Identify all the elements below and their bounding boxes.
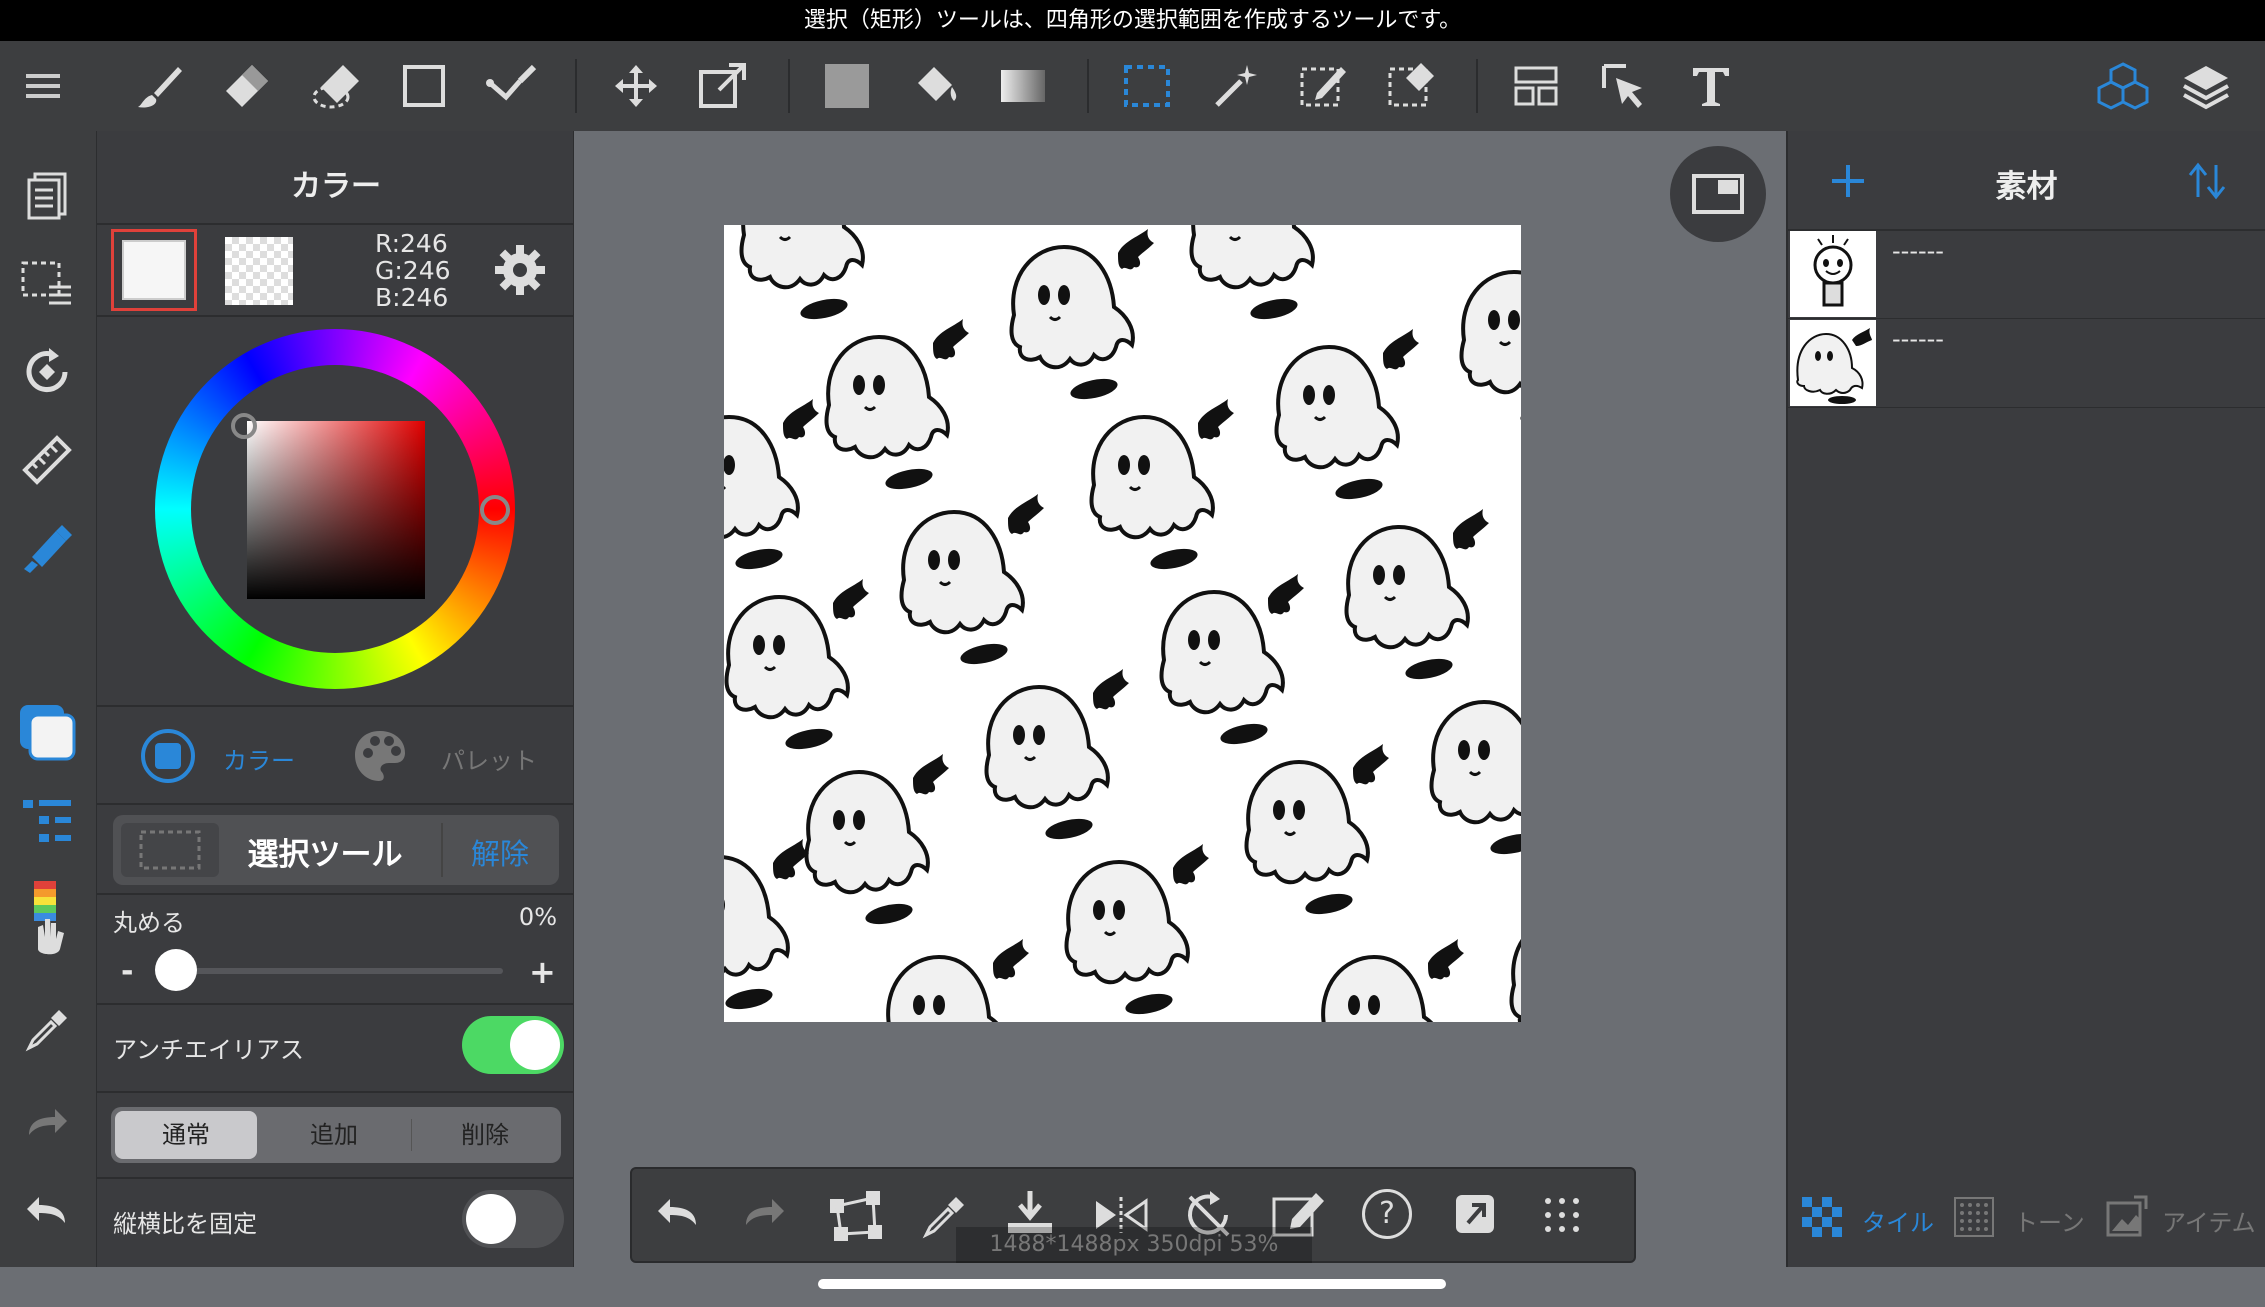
bottom-bar: [0, 1267, 2265, 1307]
blur-eraser-icon[interactable]: [308, 57, 366, 115]
pen-check-icon[interactable]: [483, 57, 541, 115]
material-name: ------: [1892, 325, 1944, 353]
material-item[interactable]: ------: [1788, 319, 2265, 407]
redo-icon: [16, 1091, 78, 1153]
secondary-color-swatch[interactable]: [225, 237, 293, 305]
mode-segmented: 通常 追加 削除: [111, 1107, 561, 1163]
frame-divide-icon[interactable]: [1507, 57, 1565, 115]
antialias-toggle[interactable]: [462, 1016, 564, 1074]
tile-icon[interactable]: [1802, 1197, 1842, 1241]
home-indicator[interactable]: [818, 1279, 1446, 1289]
material-panel: 素材 ------ ------ タイル トーン アイテム: [1786, 131, 2265, 1267]
rgb-g: G:246: [375, 256, 451, 285]
sort-icon[interactable]: [2188, 161, 2228, 205]
panel-title: カラー: [291, 169, 381, 204]
hint-bar: 選択（矩形）ツールは、四角形の選択範囲を作成するツールです。: [0, 0, 2265, 41]
brush-icon[interactable]: [130, 57, 188, 115]
rgb-b: B:246: [375, 283, 449, 312]
select-rect-icon[interactable]: [1118, 57, 1176, 115]
antialias-label: アンチエイリアス: [113, 1036, 305, 1064]
pages-icon[interactable]: [16, 165, 78, 227]
selection-mode-icon[interactable]: [121, 823, 219, 877]
eraser-icon[interactable]: [218, 57, 276, 115]
aspect-lock-toggle[interactable]: [462, 1190, 564, 1248]
selection-list-icon[interactable]: [16, 253, 78, 315]
select-pointer-icon[interactable]: [1595, 57, 1653, 115]
color-panel: カラー R:246 G:246 B:246 カラー パレット 選択ツール 解除 …: [96, 131, 575, 1267]
material-name: ------: [1892, 237, 1944, 265]
tab-palette[interactable]: パレット: [441, 741, 537, 776]
round-value: 0%: [518, 903, 557, 931]
tab-tile[interactable]: タイル: [1862, 1203, 1934, 1238]
canvas-area: ? 1488*1488px 350dpi 53%: [574, 131, 1786, 1267]
saturation-square[interactable]: [247, 421, 425, 599]
fill-pen-icon[interactable]: [16, 517, 78, 579]
round-minus-button[interactable]: -: [121, 954, 133, 989]
bucket-icon[interactable]: [906, 57, 964, 115]
drawing-canvas[interactable]: [724, 225, 1521, 1022]
transform-icon[interactable]: [694, 57, 752, 115]
round-slider-thumb[interactable]: [155, 949, 197, 991]
share-icon[interactable]: [1454, 1193, 1496, 1239]
tab-color[interactable]: カラー: [223, 741, 295, 776]
tone-icon[interactable]: [1954, 1197, 1994, 1241]
fill-color-icon[interactable]: [818, 57, 876, 115]
material-item[interactable]: ------: [1788, 231, 2265, 319]
round-label: 丸める: [113, 909, 185, 937]
rectangle-icon[interactable]: [395, 57, 453, 115]
primary-color-swatch[interactable]: [111, 229, 197, 311]
selection-tool-header: 選択ツール 解除: [113, 815, 559, 885]
undo-icon[interactable]: [16, 1179, 78, 1241]
ruler-icon[interactable]: [16, 429, 78, 491]
palette-icon[interactable]: [351, 727, 409, 785]
hue-cursor[interactable]: [480, 495, 510, 525]
material-thumbnail: [1790, 320, 1876, 406]
material-icon[interactable]: [2093, 57, 2153, 117]
gradient-icon[interactable]: [994, 57, 1052, 115]
select-eraser-icon[interactable]: [1383, 57, 1441, 115]
top-toolbar: [0, 41, 2265, 131]
magic-wand-icon[interactable]: [1207, 57, 1265, 115]
more-icon[interactable]: [1542, 1195, 1582, 1239]
move-icon[interactable]: [607, 57, 665, 115]
sv-cursor[interactable]: [231, 413, 257, 439]
eyedropper-icon[interactable]: [16, 999, 78, 1061]
color-tab-icon[interactable]: [141, 729, 195, 783]
selection-tool-title: 選択ツール: [247, 837, 403, 873]
rotate-canvas-icon[interactable]: [16, 341, 78, 403]
mode-add[interactable]: 追加: [261, 1111, 407, 1159]
undo-icon[interactable]: [656, 1195, 700, 1233]
canvas-info: 1488*1488px 350dpi 53%: [956, 1227, 1312, 1263]
rgb-r: R:246: [375, 229, 448, 258]
color-swatch-icon[interactable]: [16, 701, 78, 763]
navigator-icon[interactable]: [1670, 146, 1766, 242]
round-plus-button[interactable]: +: [529, 953, 556, 991]
gear-icon[interactable]: [493, 243, 547, 297]
help-button[interactable]: ?: [1362, 1189, 1412, 1239]
select-pen-icon[interactable]: [1295, 57, 1353, 115]
hand-rainbow-icon[interactable]: [16, 879, 78, 959]
menu-icon[interactable]: [14, 57, 72, 115]
mode-normal[interactable]: 通常: [115, 1111, 257, 1159]
round-slider-track[interactable]: [177, 968, 503, 974]
left-rail: [0, 131, 96, 1267]
item-icon[interactable]: [2106, 1195, 2148, 1241]
redo-icon: [742, 1195, 786, 1233]
brush-list-icon[interactable]: [16, 790, 78, 852]
text-icon[interactable]: [1682, 57, 1740, 115]
layers-icon[interactable]: [2176, 57, 2236, 117]
transform-free-icon[interactable]: [828, 1189, 886, 1247]
tab-tone[interactable]: トーン: [2014, 1203, 2085, 1238]
tab-item[interactable]: アイテム: [2162, 1203, 2256, 1238]
material-thumbnail: [1790, 231, 1876, 317]
mode-delete[interactable]: 削除: [413, 1111, 557, 1159]
release-button[interactable]: 解除: [443, 831, 557, 873]
aspect-lock-label: 縦横比を固定: [113, 1210, 257, 1238]
